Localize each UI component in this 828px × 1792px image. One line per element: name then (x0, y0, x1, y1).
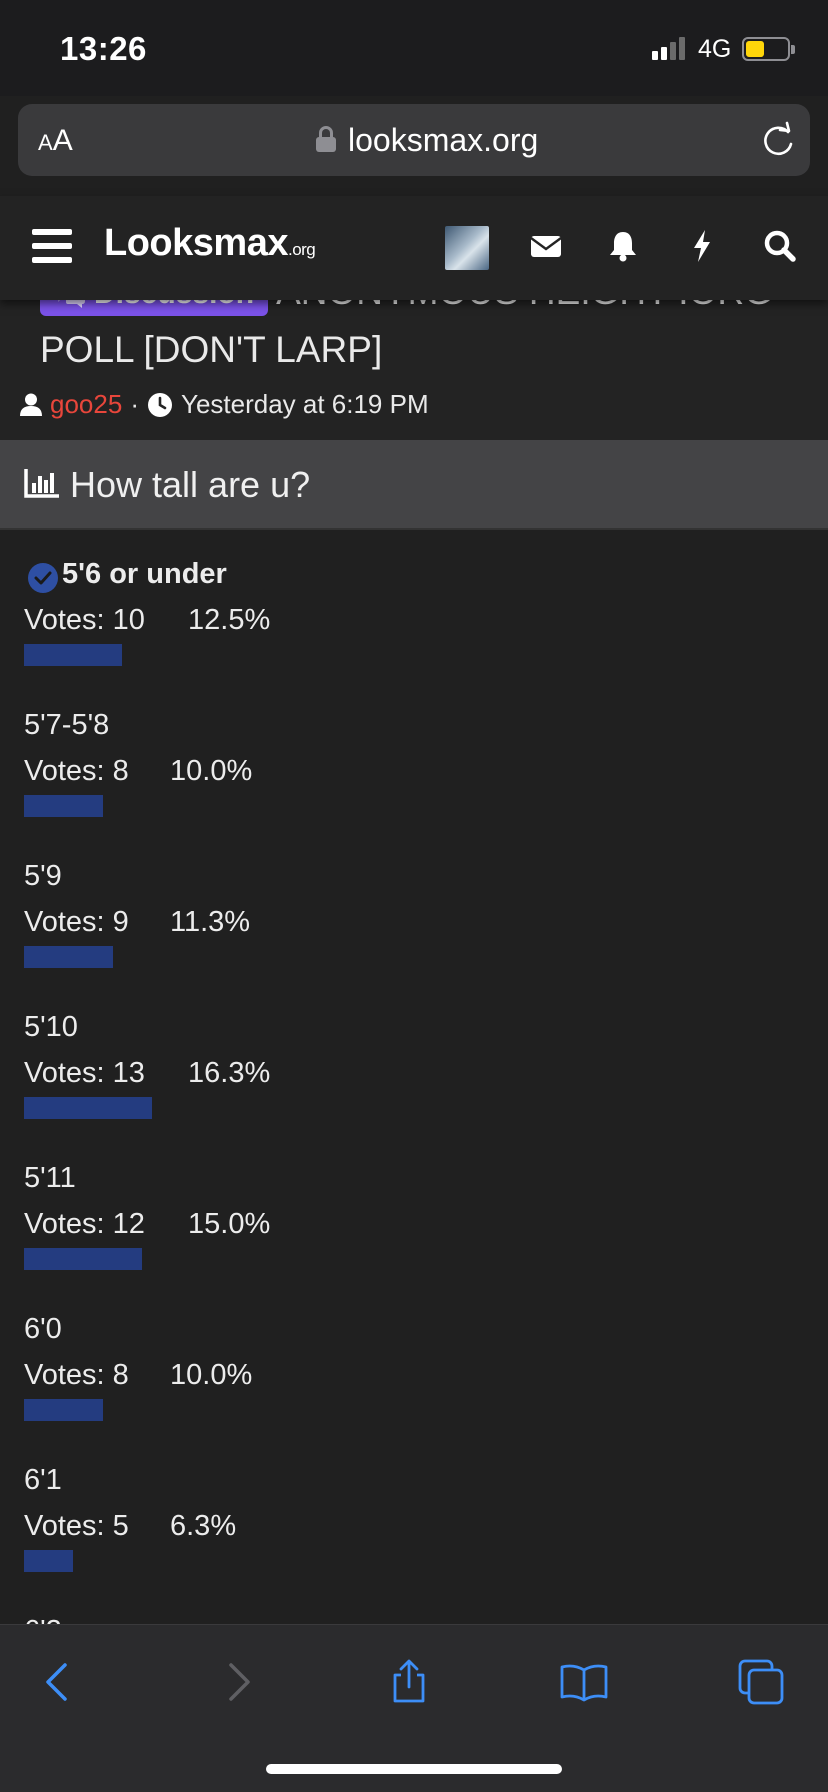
poll-option-votes: Votes: 13 (24, 1057, 145, 1089)
back-icon[interactable] (34, 1657, 84, 1707)
poll-option-bar (24, 1550, 73, 1572)
poll-option-votes: Votes: 10 (24, 604, 145, 636)
bell-icon[interactable] (603, 226, 643, 266)
poll-option: 5'9 Votes: 9 11.3% (24, 860, 804, 1000)
poll-option: 6'0 Votes: 8 10.0% (24, 1313, 804, 1453)
poll-option-votes: Votes: 8 (24, 1359, 129, 1391)
menu-icon[interactable] (32, 229, 72, 263)
poll-option-label: 5'7-5'8 (24, 709, 110, 741)
poll-option-bar (24, 1097, 152, 1119)
bookmarks-icon[interactable] (559, 1657, 609, 1707)
url-text[interactable]: looksmax.org (348, 122, 538, 159)
poll-results: 5'6 or under Votes: 10 12.5% 5'7-5'8 Votes: … (0, 530, 828, 1630)
site-header: Looksmax.org (0, 196, 828, 300)
tabs-icon[interactable] (736, 1657, 786, 1707)
clock-icon (147, 392, 172, 417)
battery-icon (742, 37, 795, 61)
search-icon[interactable] (760, 226, 800, 266)
thread-timestamp[interactable]: Yesterday at 6:19 PM (181, 389, 429, 420)
poll-option-label: 6'0 (24, 1313, 62, 1345)
poll-option-percent: 11.3% (170, 906, 251, 938)
user-icon (20, 393, 42, 416)
status-bar: 13:26 4G (0, 0, 828, 96)
poll-option: 5'10 Votes: 13 16.3% (24, 1011, 804, 1151)
poll-option-label: 6'1 (24, 1464, 62, 1496)
poll-option-percent: 16.3% (188, 1057, 271, 1089)
poll-option-votes: Votes: 12 (24, 1208, 145, 1240)
poll-option-percent: 15.0% (188, 1208, 271, 1240)
poll-option-percent: 12.5% (188, 604, 271, 636)
bolt-icon[interactable] (682, 226, 722, 266)
poll-option: 5'6 or under Votes: 10 12.5% (24, 558, 804, 698)
share-icon[interactable] (384, 1657, 434, 1707)
lock-icon (316, 126, 336, 152)
poll-option-votes: Votes: 8 (24, 755, 129, 787)
author-link[interactable]: goo25 (50, 389, 122, 420)
poll-header: How tall are u? (0, 440, 828, 530)
poll-option-bar (24, 1248, 142, 1270)
site-logo[interactable]: Looksmax.org (104, 222, 316, 265)
reload-icon[interactable] (758, 120, 798, 160)
thread-meta: goo25 · Yesterday at 6:19 PM (20, 389, 429, 420)
avatar[interactable] (445, 226, 489, 270)
poll-option-bar (24, 946, 113, 968)
poll-option-bar (24, 644, 122, 666)
poll-option: 5'11 Votes: 12 15.0% (24, 1162, 804, 1302)
poll-option-percent: 10.0% (170, 755, 253, 787)
poll-option-bar (24, 1399, 103, 1421)
bar-chart-icon (24, 469, 59, 498)
poll-option-label: 5'10 (24, 1011, 78, 1043)
poll-option-votes: Votes: 9 (24, 906, 129, 938)
home-indicator[interactable] (266, 1764, 562, 1774)
signal-icon (652, 36, 685, 60)
poll-option: 5'7-5'8 Votes: 8 10.0% (24, 709, 804, 849)
poll-option-label: 5'9 (24, 860, 62, 892)
poll-option-percent: 6.3% (170, 1510, 237, 1542)
address-bar[interactable]: AA looksmax.org (18, 104, 810, 176)
poll-option-votes: Votes: 5 (24, 1510, 129, 1542)
text-size-button[interactable]: AA (38, 124, 73, 158)
thread-header: Discussion ANONYMOUS HEIGHT .ORG POLL [D… (0, 285, 828, 440)
poll-option-bar (24, 795, 103, 817)
meta-separator: · (130, 389, 139, 419)
poll-option-percent: 10.0% (170, 1359, 253, 1391)
network-type: 4G (698, 35, 732, 63)
poll-option-label: 5'11 (24, 1162, 76, 1194)
mail-icon[interactable] (526, 226, 566, 266)
poll-option: 6'1 Votes: 5 6.3% (24, 1464, 804, 1604)
forward-icon[interactable] (212, 1657, 262, 1707)
poll-question: How tall are u? (70, 464, 311, 505)
status-time: 13:26 (60, 30, 147, 67)
voted-check-icon (28, 563, 58, 593)
poll-option-label: 5'6 or under (62, 558, 227, 590)
